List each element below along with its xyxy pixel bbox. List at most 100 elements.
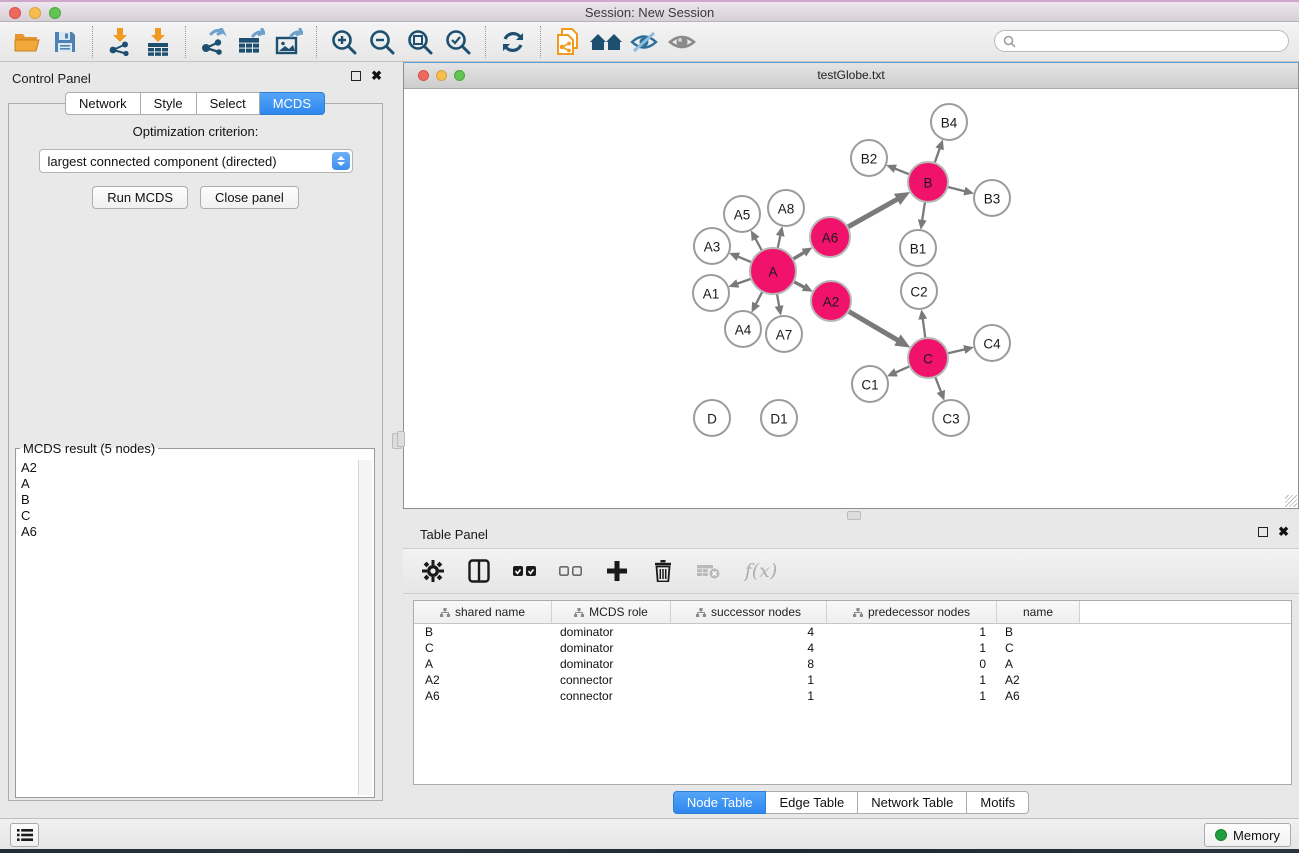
table-cell[interactable]: 4 bbox=[671, 640, 827, 656]
table-cell[interactable]: A6 bbox=[997, 688, 1080, 704]
column-header-successor-nodes[interactable]: successor nodes bbox=[671, 601, 827, 623]
table-cell[interactable]: B bbox=[414, 624, 552, 640]
memory-button[interactable]: Memory bbox=[1204, 823, 1291, 847]
import-table-button[interactable] bbox=[143, 27, 173, 57]
open-session-button[interactable] bbox=[12, 27, 42, 57]
function-builder-button-disabled[interactable]: f(x) bbox=[743, 559, 779, 583]
table-tab-node-table[interactable]: Node Table bbox=[673, 791, 767, 814]
control-tab-mcds[interactable]: MCDS bbox=[260, 92, 325, 115]
table-cell[interactable]: connector bbox=[552, 672, 671, 688]
edge-C-C2[interactable] bbox=[923, 319, 926, 339]
delete-table-button-disabled[interactable] bbox=[697, 559, 721, 583]
duplicate-network-button[interactable] bbox=[553, 27, 583, 57]
control-tab-style[interactable]: Style bbox=[141, 92, 197, 115]
graph-node-A7[interactable]: A7 bbox=[766, 316, 802, 352]
table-cell[interactable]: 8 bbox=[671, 656, 827, 672]
graph-node-A3[interactable]: A3 bbox=[694, 228, 730, 264]
select-all-rows-button[interactable] bbox=[513, 559, 537, 583]
show-columns-button[interactable] bbox=[467, 559, 491, 583]
network-canvas[interactable]: B4B2BB3A8A5A6B1A3AC2A1A2A4A7C4CC1DD1C3 bbox=[404, 89, 1298, 508]
run-mcds-button[interactable]: Run MCDS bbox=[92, 186, 188, 209]
hide-graphics-button[interactable] bbox=[629, 27, 659, 57]
edge-A-A4[interactable] bbox=[756, 291, 763, 305]
table-cell[interactable]: 4 bbox=[671, 624, 827, 640]
graph-node-C3[interactable]: C3 bbox=[933, 400, 969, 436]
table-settings-button[interactable] bbox=[421, 559, 445, 583]
table-tab-motifs[interactable]: Motifs bbox=[967, 791, 1029, 814]
column-header-name[interactable]: name bbox=[997, 601, 1080, 623]
mcds-result-item[interactable]: A6 bbox=[18, 524, 359, 540]
table-cell[interactable]: 1 bbox=[827, 624, 997, 640]
edge-A-A1[interactable] bbox=[737, 278, 752, 283]
edge-B-B2[interactable] bbox=[895, 169, 910, 175]
export-table-button[interactable] bbox=[236, 27, 266, 57]
table-cell[interactable]: C bbox=[414, 640, 552, 656]
horizontal-splitter[interactable] bbox=[403, 509, 1299, 520]
table-cell[interactable]: connector bbox=[552, 688, 671, 704]
table-cell[interactable]: A2 bbox=[414, 672, 552, 688]
table-row[interactable]: A6connector11A6 bbox=[414, 688, 1291, 704]
splitter-handle[interactable] bbox=[847, 511, 861, 520]
zoom-fit-button[interactable] bbox=[405, 27, 435, 57]
splitter-handle[interactable] bbox=[397, 431, 405, 447]
edge-B-B4[interactable] bbox=[934, 148, 939, 164]
edge-B-B3[interactable] bbox=[946, 187, 964, 192]
network-graph[interactable]: B4B2BB3A8A5A6B1A3AC2A1A2A4A7C4CC1DD1C3 bbox=[404, 89, 1298, 508]
edge-C-C3[interactable] bbox=[935, 376, 941, 392]
close-panel-button[interactable]: Close panel bbox=[200, 186, 299, 209]
graph-node-C[interactable]: C bbox=[908, 338, 948, 378]
edge-A-A8[interactable] bbox=[777, 235, 780, 249]
search-input[interactable] bbox=[1020, 33, 1288, 49]
graph-node-B1[interactable]: B1 bbox=[900, 230, 936, 266]
control-tab-network[interactable]: Network bbox=[65, 92, 141, 115]
table-cell[interactable]: A bbox=[997, 656, 1080, 672]
table-cell[interactable]: dominator bbox=[552, 640, 671, 656]
graph-node-B2[interactable]: B2 bbox=[851, 140, 887, 176]
import-network-button[interactable] bbox=[105, 27, 135, 57]
edge-A2-C[interactable] bbox=[847, 311, 897, 341]
zoom-in-button[interactable] bbox=[329, 27, 359, 57]
column-header-shared-name[interactable]: shared name bbox=[414, 601, 552, 623]
edge-A-A5[interactable] bbox=[755, 239, 762, 252]
table-cell[interactable]: dominator bbox=[552, 656, 671, 672]
mcds-result-item[interactable]: B bbox=[18, 492, 359, 508]
column-header-predecessor-nodes[interactable]: predecessor nodes bbox=[827, 601, 997, 623]
edge-C-C4[interactable] bbox=[946, 349, 964, 353]
table-row[interactable]: Cdominator41C bbox=[414, 640, 1291, 656]
table-cell[interactable]: 1 bbox=[827, 688, 997, 704]
table-cell[interactable]: 0 bbox=[827, 656, 997, 672]
graph-node-B[interactable]: B bbox=[908, 162, 948, 202]
table-row[interactable]: Bdominator41B bbox=[414, 624, 1291, 640]
mcds-result-item[interactable]: A2 bbox=[18, 460, 359, 476]
network-window-titlebar[interactable]: testGlobe.txt bbox=[404, 63, 1298, 89]
table-cell[interactable]: C bbox=[997, 640, 1080, 656]
graph-node-A2[interactable]: A2 bbox=[811, 281, 851, 321]
graph-node-C2[interactable]: C2 bbox=[901, 273, 937, 309]
edge-A-A7[interactable] bbox=[777, 293, 779, 307]
table-row[interactable]: Adominator80A bbox=[414, 656, 1291, 672]
table-cell[interactable]: A6 bbox=[414, 688, 552, 704]
edge-A-A6[interactable] bbox=[792, 252, 804, 259]
graph-node-A[interactable]: A bbox=[750, 248, 796, 294]
table-cell[interactable]: 1 bbox=[671, 688, 827, 704]
column-header-MCDS-role[interactable]: MCDS role bbox=[552, 601, 671, 623]
mcds-list-scrollbar[interactable] bbox=[358, 460, 372, 795]
add-column-button[interactable] bbox=[605, 559, 629, 583]
table-cell[interactable]: 1 bbox=[827, 640, 997, 656]
task-history-button[interactable] bbox=[10, 823, 39, 847]
table-cell[interactable]: A2 bbox=[997, 672, 1080, 688]
graph-node-D[interactable]: D bbox=[694, 400, 730, 436]
table-tab-network-table[interactable]: Network Table bbox=[858, 791, 967, 814]
mcds-result-item[interactable]: A bbox=[18, 476, 359, 492]
graph-node-C1[interactable]: C1 bbox=[852, 366, 888, 402]
edge-A-A3[interactable] bbox=[738, 257, 753, 263]
control-tab-select[interactable]: Select bbox=[197, 92, 260, 115]
search-field[interactable] bbox=[994, 30, 1289, 52]
graph-node-B4[interactable]: B4 bbox=[931, 104, 967, 140]
graph-node-A5[interactable]: A5 bbox=[724, 196, 760, 232]
mcds-result-item[interactable]: C bbox=[18, 508, 359, 524]
export-network-button[interactable] bbox=[198, 27, 228, 57]
window-resize-grip[interactable] bbox=[1285, 495, 1297, 507]
graph-node-A1[interactable]: A1 bbox=[693, 275, 729, 311]
edge-A6-B[interactable] bbox=[847, 199, 898, 228]
